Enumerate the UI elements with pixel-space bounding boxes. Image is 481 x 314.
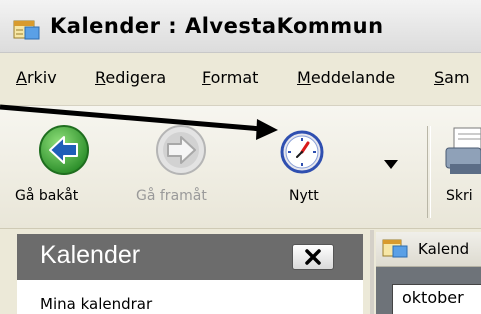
- clock-icon[interactable]: [280, 130, 324, 174]
- content-pane-title: Kalend: [418, 240, 470, 258]
- menu-meddelande-access-key: M: [297, 68, 311, 87]
- menu-arkiv-label: rkiv: [26, 68, 57, 87]
- dropdown-arrow-icon[interactable]: [384, 160, 398, 170]
- menu-redigera[interactable]: Redigera: [95, 68, 166, 87]
- menu-format-access-key: F: [202, 68, 211, 87]
- calendar-app-icon: [13, 20, 40, 40]
- month-label: oktober: [402, 288, 464, 307]
- back-button-label[interactable]: Gå bakåt: [15, 188, 78, 204]
- menu-format-label: ormat: [210, 68, 259, 87]
- my-calendars-heading[interactable]: Mina kalendrar: [40, 295, 152, 313]
- window-title: Kalender : AlvestaKommun: [50, 14, 384, 38]
- forward-button-label[interactable]: Gå framåt: [136, 188, 207, 204]
- new-button-label[interactable]: Nytt: [289, 188, 319, 204]
- menu-samarbete-label: am: [444, 68, 470, 87]
- menu-format[interactable]: Format: [202, 68, 258, 87]
- menu-meddelande[interactable]: Meddelande: [297, 68, 395, 87]
- toolbar-separator: [427, 126, 431, 218]
- back-arrow-icon[interactable]: [38, 124, 90, 176]
- nav-pane-title: Kalender: [40, 241, 141, 269]
- pane-splitter[interactable]: [370, 230, 374, 314]
- menu-samarbete[interactable]: Sam: [434, 68, 470, 87]
- nav-pane-close-button[interactable]: [292, 244, 334, 270]
- calendar-icon: [382, 239, 408, 258]
- menu-arkiv[interactable]: Arkiv: [16, 68, 57, 87]
- menu-samarbete-access-key: S: [434, 68, 445, 87]
- menu-arkiv-access-key: A: [16, 68, 27, 87]
- print-button-label[interactable]: Skri: [446, 188, 473, 204]
- menu-redigera-access-key: R: [95, 68, 106, 87]
- close-icon: [305, 249, 321, 265]
- printer-icon[interactable]: [444, 124, 481, 180]
- menu-meddelande-label: eddelande: [310, 68, 396, 87]
- forward-arrow-icon[interactable]: [155, 124, 207, 176]
- menu-redigera-label: edigera: [105, 68, 167, 87]
